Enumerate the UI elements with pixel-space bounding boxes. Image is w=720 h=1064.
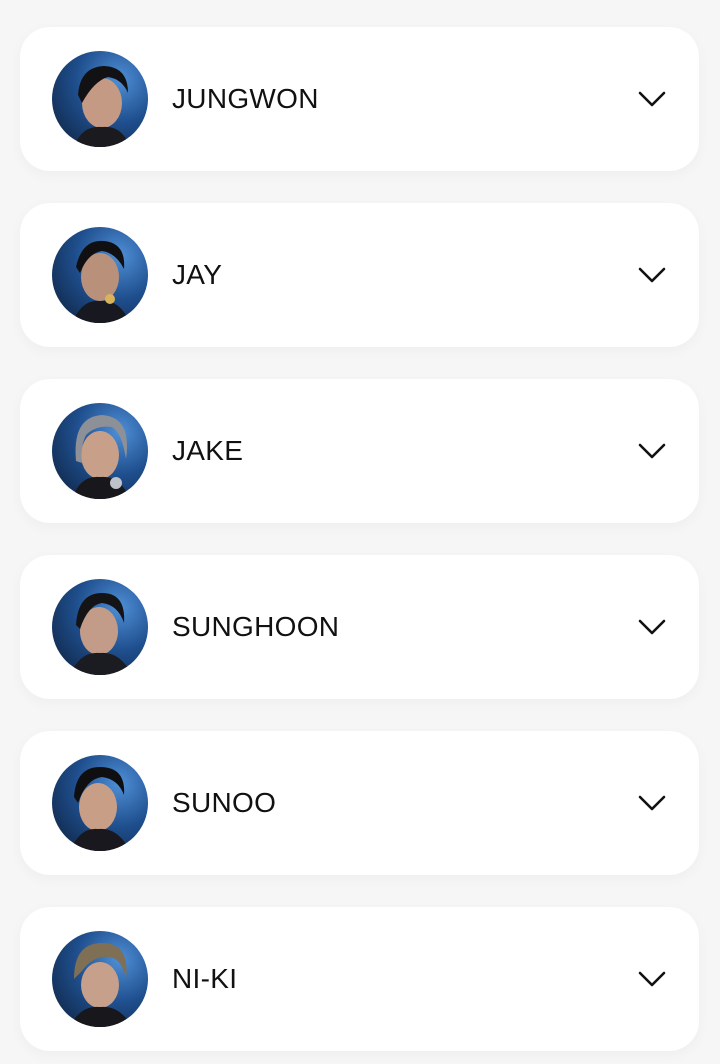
avatar [52,227,148,323]
member-card-sunoo[interactable]: SUNOO [20,731,699,875]
member-name: SUNGHOON [172,611,340,642]
member-name: JAY [172,259,223,290]
member-name: SUNOO [172,787,277,818]
avatar-portrait [70,943,132,1027]
chevron-down-icon[interactable] [638,618,666,636]
chevron-down-icon[interactable] [638,970,666,988]
avatar-portrait [70,767,130,851]
avatar [52,755,148,851]
member-card-ni-ki[interactable]: NI-KI [20,907,699,1051]
member-name: JUNGWON [172,83,319,114]
member-card-jake[interactable]: JAKE [20,379,699,523]
avatar-portrait [74,66,130,147]
member-card-jungwon[interactable]: JUNGWON [20,27,699,171]
avatar-portrait [72,240,130,323]
member-card-jay[interactable]: JAY [20,203,699,347]
avatar [52,931,148,1027]
member-name: JAKE [172,435,244,466]
chevron-down-icon[interactable] [638,90,666,108]
avatar-portrait [70,593,132,675]
avatar [52,403,148,499]
chevron-down-icon[interactable] [638,794,666,812]
chevron-down-icon[interactable] [638,266,666,284]
avatar [52,579,148,675]
member-list: JUNGWON JAY JAKE SUNGHOON SUNOO NI-KI [20,27,699,1051]
chevron-down-icon[interactable] [638,442,666,460]
member-card-sunghoon[interactable]: SUNGHOON [20,555,699,699]
avatar [52,51,148,147]
member-name: NI-KI [172,963,238,994]
avatar-portrait [72,415,130,499]
